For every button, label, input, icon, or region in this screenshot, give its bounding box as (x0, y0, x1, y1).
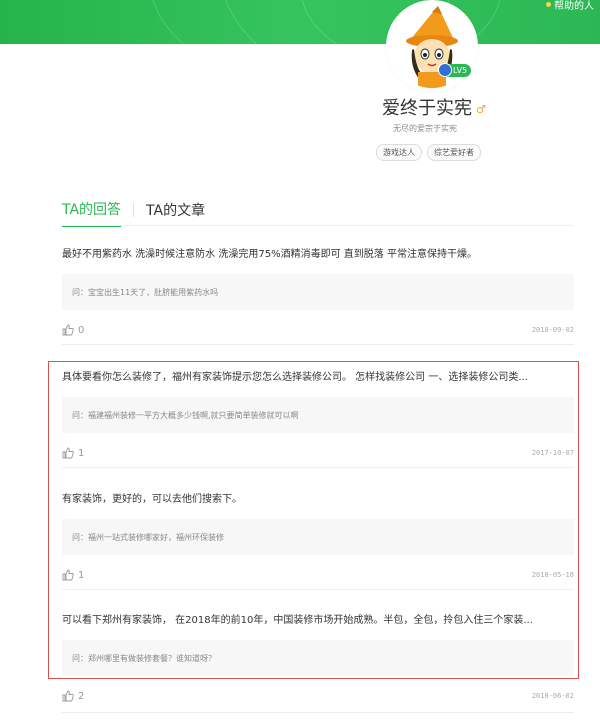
selection-highlight-box (48, 361, 579, 679)
question-box[interactable]: 问：宝宝出生11天了，肚脐能用紫药水吗 (62, 274, 574, 310)
tag-variety-fan[interactable]: 综艺爱好者 (427, 144, 481, 161)
tabs-underline (62, 225, 574, 226)
thumbs-up-icon (62, 690, 74, 702)
tag-game-expert[interactable]: 游戏达人 (376, 144, 422, 161)
answer-meta: 0 2018-09-02 (62, 324, 574, 336)
avatar[interactable] (386, 0, 478, 92)
answer-date: 2018-09-02 (531, 326, 574, 334)
help-link[interactable]: 帮助的人 (546, 0, 594, 12)
level-globe-icon (438, 63, 452, 77)
like-count: 0 (78, 324, 85, 336)
user-signature: 无尽的爱宗于实宪 (393, 124, 457, 133)
answer-date: 2018-06-02 (531, 692, 574, 700)
tab-answers[interactable]: TA的回答 (62, 199, 122, 227)
help-link-label: 帮助的人 (554, 1, 594, 12)
like-button[interactable]: 2 (62, 690, 84, 702)
like-count: 2 (78, 690, 85, 702)
tab-separator (133, 203, 135, 217)
username-text: 爱终于实宪 (382, 98, 472, 119)
divider (62, 344, 574, 345)
content-tabs: TA的回答 TA的文章 (62, 199, 205, 227)
question-text: 问：宝宝出生11天了，肚脐能用紫药水吗 (72, 287, 219, 297)
male-gender-icon: ♂ (476, 102, 486, 116)
user-tags: 游戏达人 综艺爱好者 (376, 144, 481, 161)
like-button[interactable]: 0 (62, 324, 84, 336)
help-dot-icon (546, 2, 551, 7)
thumbs-up-icon (62, 324, 74, 336)
answer-item: 最好不用紫药水 洗澡时候注意防水 洗澡完用75%酒精消毒即可 直到脱落 平常注意… (62, 245, 574, 336)
answer-text[interactable]: 最好不用紫药水 洗澡时候注意防水 洗澡完用75%酒精消毒即可 直到脱落 平常注意… (62, 245, 574, 260)
divider (62, 712, 574, 713)
answer-meta: 2 2018-06-02 (62, 690, 574, 702)
level-text: LV5 (453, 66, 468, 75)
tab-articles[interactable]: TA的文章 (146, 200, 205, 226)
level-badge: LV5 (438, 63, 472, 77)
profile-banner (0, 0, 600, 44)
username: 爱终于实宪 ♂ (382, 94, 486, 120)
